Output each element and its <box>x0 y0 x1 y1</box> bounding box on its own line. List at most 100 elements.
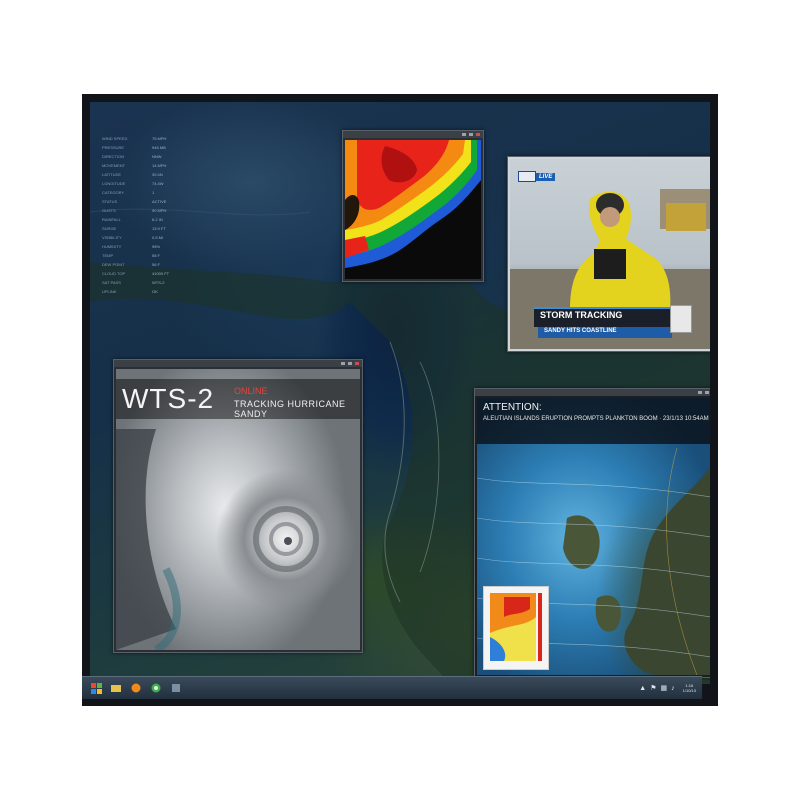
data-row: CLOUD TOP 41000 FT <box>102 271 212 280</box>
data-key: LATITUDE <box>102 172 122 177</box>
news-video-window[interactable]: LIVE STORM TRACKING SANDY HITS COASTLINE <box>507 156 710 352</box>
network-icon[interactable]: ▦ <box>661 684 668 692</box>
radar-window[interactable] <box>342 130 484 282</box>
minimize-icon[interactable] <box>341 362 345 365</box>
desktop: WIND SPEED 75 MPH PRESSURE 946 MB DIRECTION N… <box>90 102 710 684</box>
data-row: VISIBILITY 0.5 MI <box>102 235 212 244</box>
station-badge <box>670 305 692 333</box>
data-value: 56 F <box>152 262 161 267</box>
data-key: CLOUD TOP <box>102 271 126 276</box>
data-row: SURGE 13.9 FT <box>102 226 212 235</box>
attention-header: ATTENTION: ALEUTIAN ISLANDS ERUPTION PRO… <box>477 398 710 444</box>
data-row: DEW POINT 56 F <box>102 262 212 271</box>
data-key: MOVEMENT <box>102 163 126 168</box>
data-key: SAT PASS <box>102 280 121 285</box>
data-value: 6.2 IN <box>152 217 163 222</box>
attention-window-titlebar[interactable] <box>475 389 710 396</box>
data-value: OK <box>152 289 158 294</box>
volume-icon[interactable]: ♪ <box>671 685 675 692</box>
data-row: CATEGORY 1 <box>102 190 212 199</box>
wts-window-titlebar[interactable] <box>114 360 362 367</box>
data-key: LONGITUDE <box>102 181 126 186</box>
clock[interactable]: 1:16 1/10/13 <box>683 683 696 693</box>
data-key: GUSTS <box>102 208 116 213</box>
flag-icon[interactable]: ⚑ <box>650 684 656 692</box>
wts-status: ONLINE <box>234 386 268 396</box>
radar-window-titlebar[interactable] <box>343 131 483 138</box>
data-row: STATUS ACTIVE <box>102 199 212 208</box>
windows-logo-icon <box>90 682 102 694</box>
monitor-bezel: WIND SPEED 75 MPH PRESSURE 946 MB DIRECTION N… <box>82 94 718 706</box>
data-row: GUSTS 90 MPH <box>102 208 212 217</box>
taskbar: ▲ ⚑ ▦ ♪ 1:16 1/10/13 <box>82 676 702 699</box>
lower-third-subhead: SANDY HITS COASTLINE <box>544 328 617 334</box>
data-value: 39.4N <box>152 172 163 177</box>
minimize-icon[interactable] <box>698 391 702 394</box>
data-key: TEMP <box>102 253 114 258</box>
data-row: TEMP 58 F <box>102 253 212 262</box>
live-label: LIVE <box>536 172 556 181</box>
data-value: NNW <box>152 154 162 159</box>
data-key: HUMIDITY <box>102 244 122 249</box>
data-key: SURGE <box>102 226 117 231</box>
data-row: HUMIDITY 98% <box>102 244 212 253</box>
data-value: 75 MPH <box>152 136 167 141</box>
data-value: 14 MPH <box>152 163 167 168</box>
minimize-icon[interactable] <box>462 133 466 136</box>
explorer-icon[interactable] <box>110 682 122 694</box>
data-value: 41000 FT <box>152 271 170 276</box>
radar-image <box>345 140 481 279</box>
wts-title: WTS-2 <box>122 383 215 414</box>
media-player-icon[interactable] <box>130 682 142 694</box>
maximize-icon[interactable] <box>469 133 473 136</box>
data-value: 0.5 MI <box>152 235 164 240</box>
inset-heatmap <box>483 586 549 670</box>
data-row: MOVEMENT 14 MPH <box>102 163 212 172</box>
data-row: UPLINK OK <box>102 289 212 298</box>
data-row: RAINFALL 6.2 IN <box>102 217 212 226</box>
attention-title: ATTENTION: <box>483 402 542 413</box>
data-key: VISIBILITY <box>102 235 122 240</box>
data-readout-panel: WIND SPEED 75 MPH PRESSURE 946 MB DIRECTION N… <box>102 136 212 298</box>
data-value: 74.4W <box>152 181 164 186</box>
data-key: UPLINK <box>102 289 117 294</box>
attention-headline: ALEUTIAN ISLANDS ERUPTION PROMPTS PLANKT… <box>483 416 709 422</box>
maximize-icon[interactable] <box>348 362 352 365</box>
attention-window[interactable]: ATTENTION: ALEUTIAN ISLANDS ERUPTION PRO… <box>474 388 710 678</box>
close-icon[interactable] <box>476 133 480 136</box>
maximize-icon[interactable] <box>705 391 709 394</box>
close-icon[interactable] <box>355 362 359 365</box>
data-value: 90 MPH <box>152 208 167 213</box>
data-key: STATUS <box>102 199 118 204</box>
wts-satellite-window[interactable]: WTS-2 ONLINE TRACKING HURRICANE SANDY <box>113 359 363 653</box>
news-video: LIVE STORM TRACKING SANDY HITS COASTLINE <box>510 159 710 349</box>
app-icon[interactable] <box>170 682 182 694</box>
data-key: PRESSURE <box>102 145 125 150</box>
chevron-up-icon[interactable]: ▲ <box>639 685 646 692</box>
data-row: PRESSURE 946 MB <box>102 145 212 154</box>
data-value: ACTIVE <box>152 199 167 204</box>
data-value: 946 MB <box>152 145 166 150</box>
satellite-image: WTS-2 ONLINE TRACKING HURRICANE SANDY <box>116 369 360 650</box>
browser-icon[interactable] <box>150 682 162 694</box>
station-logo <box>518 171 536 182</box>
data-row: WIND SPEED 75 MPH <box>102 136 212 145</box>
start-button[interactable] <box>90 682 102 694</box>
data-value: 1 <box>152 190 155 195</box>
data-value: 58 F <box>152 253 161 258</box>
data-row: LONGITUDE 74.4W <box>102 181 212 190</box>
lower-third-headline: STORM TRACKING <box>540 310 623 320</box>
data-key: DEW POINT <box>102 262 125 267</box>
ocean-map-image: ATTENTION: ALEUTIAN ISLANDS ERUPTION PRO… <box>477 398 710 675</box>
data-row: LATITUDE 39.4N <box>102 172 212 181</box>
data-value: 13.9 FT <box>152 226 166 231</box>
lower-third: STORM TRACKING SANDY HITS COASTLINE <box>510 305 710 343</box>
wts-subtitle: TRACKING HURRICANE SANDY <box>234 399 346 419</box>
system-tray: ▲ ⚑ ▦ ♪ 1:16 1/10/13 <box>639 683 702 693</box>
data-key: CATEGORY <box>102 190 125 195</box>
data-key: DIRECTION <box>102 154 124 159</box>
data-row: SAT PASS WTS-2 <box>102 280 212 289</box>
clock-date: 1/10/13 <box>682 688 696 693</box>
data-row: DIRECTION NNW <box>102 154 212 163</box>
data-value: 98% <box>152 244 161 249</box>
